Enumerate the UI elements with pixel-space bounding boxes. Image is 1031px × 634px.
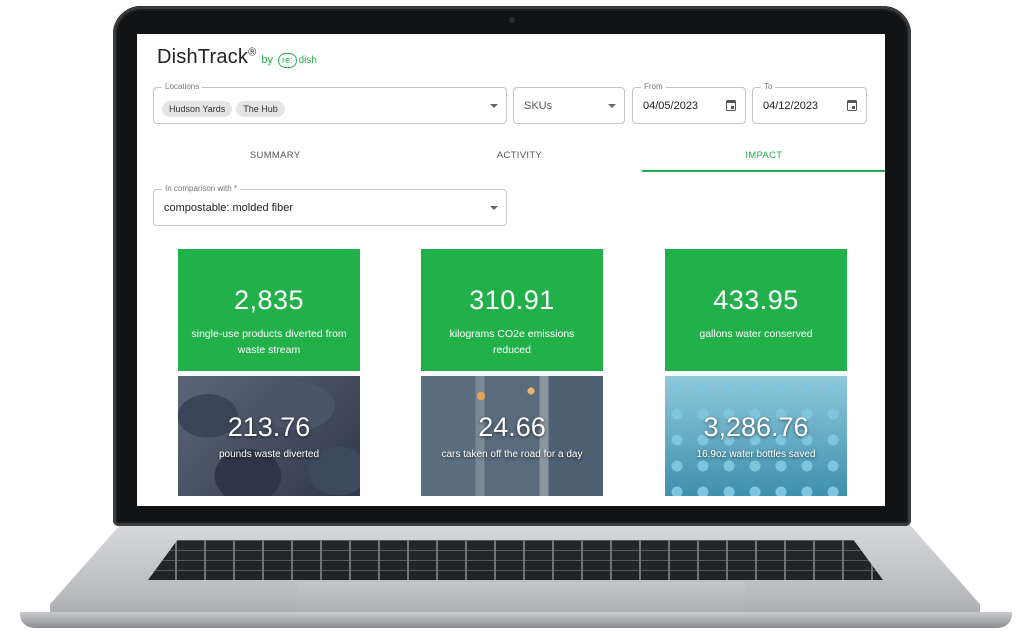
camera-icon	[509, 17, 515, 23]
stat-card-products-diverted: 2,835 single-use products diverted from …	[178, 249, 360, 371]
from-date-value: 04/05/2023	[643, 99, 699, 112]
skus-select[interactable]: SKUs	[513, 87, 625, 124]
chevron-down-icon	[608, 103, 616, 108]
laptop-keyboard-rows	[148, 540, 883, 580]
skus-placeholder: SKUs	[524, 99, 553, 112]
equivalent-card-waste: 213.76 pounds waste diverted	[178, 376, 360, 496]
tab-summary[interactable]: SUMMARY	[153, 144, 397, 172]
view-tabs: SUMMARY ACTIVITY IMPACT	[153, 144, 885, 172]
redish-logo: re: dish	[278, 53, 317, 68]
stat-label: kilograms CO2e emissions reduced	[449, 328, 575, 356]
to-date-field[interactable]: To 04/12/2023	[752, 82, 867, 124]
equivalent-value: 3,286.76	[703, 412, 809, 442]
stat-label: single-use products diverted from waste …	[191, 328, 347, 356]
stat-value: 2,835	[233, 285, 305, 315]
laptop-base-edge	[20, 612, 1012, 628]
equivalent-label: cars taken off the road for a day	[441, 449, 583, 460]
equivalent-value: 24.66	[478, 412, 546, 442]
to-label: To	[761, 82, 776, 91]
comparison-select[interactable]: In comparison with * compostable: molded…	[153, 184, 507, 226]
laptop-trackpad	[297, 582, 745, 612]
to-date-value: 04/12/2023	[763, 99, 819, 112]
stat-value: 310.91	[469, 285, 555, 315]
chevron-down-icon	[490, 103, 498, 108]
location-chip-the-hub[interactable]: The Hub	[236, 101, 285, 117]
tab-activity[interactable]: ACTIVITY	[397, 144, 641, 172]
stat-value: 433.95	[713, 285, 799, 315]
equivalent-value: 213.76	[227, 412, 311, 442]
comparison-label: In comparison with *	[162, 184, 241, 193]
stat-card-water-conserved: 433.95 gallons water conserved	[665, 249, 847, 371]
equivalent-label: 16.9oz water bottles saved	[696, 449, 816, 460]
stat-card-co2e-reduced: 310.91 kilograms CO2e emissions reduced	[421, 249, 603, 371]
from-label: From	[641, 82, 666, 91]
locations-label: Locations	[162, 82, 203, 91]
brand-name: DishTrack®	[157, 46, 257, 68]
calendar-icon[interactable]	[847, 99, 857, 111]
location-chip-hudson-yards[interactable]: Hudson Yards	[162, 101, 233, 117]
locations-select[interactable]: Locations Hudson Yards The Hub	[153, 82, 507, 124]
brand-header: DishTrack® by re: dish	[157, 46, 317, 69]
brand-by: by	[261, 54, 274, 66]
redish-logo-ring: re:	[278, 53, 297, 68]
calendar-icon[interactable]	[726, 99, 736, 111]
app-screen: DishTrack® by re: dish Locations Hudson Y…	[137, 34, 885, 506]
equivalent-card-bottles: 3,286.76 16.9oz water bottles saved	[665, 376, 847, 496]
equivalent-label: pounds waste diverted	[218, 449, 320, 460]
chevron-down-icon	[490, 205, 498, 210]
from-date-field[interactable]: From 04/05/2023	[632, 82, 746, 124]
equivalent-card-cars: 24.66 cars taken off the road for a day	[421, 376, 603, 496]
comparison-value: compostable: molded fiber	[164, 201, 294, 214]
stat-label: gallons water conserved	[699, 328, 813, 340]
tab-impact[interactable]: IMPACT	[641, 144, 885, 172]
